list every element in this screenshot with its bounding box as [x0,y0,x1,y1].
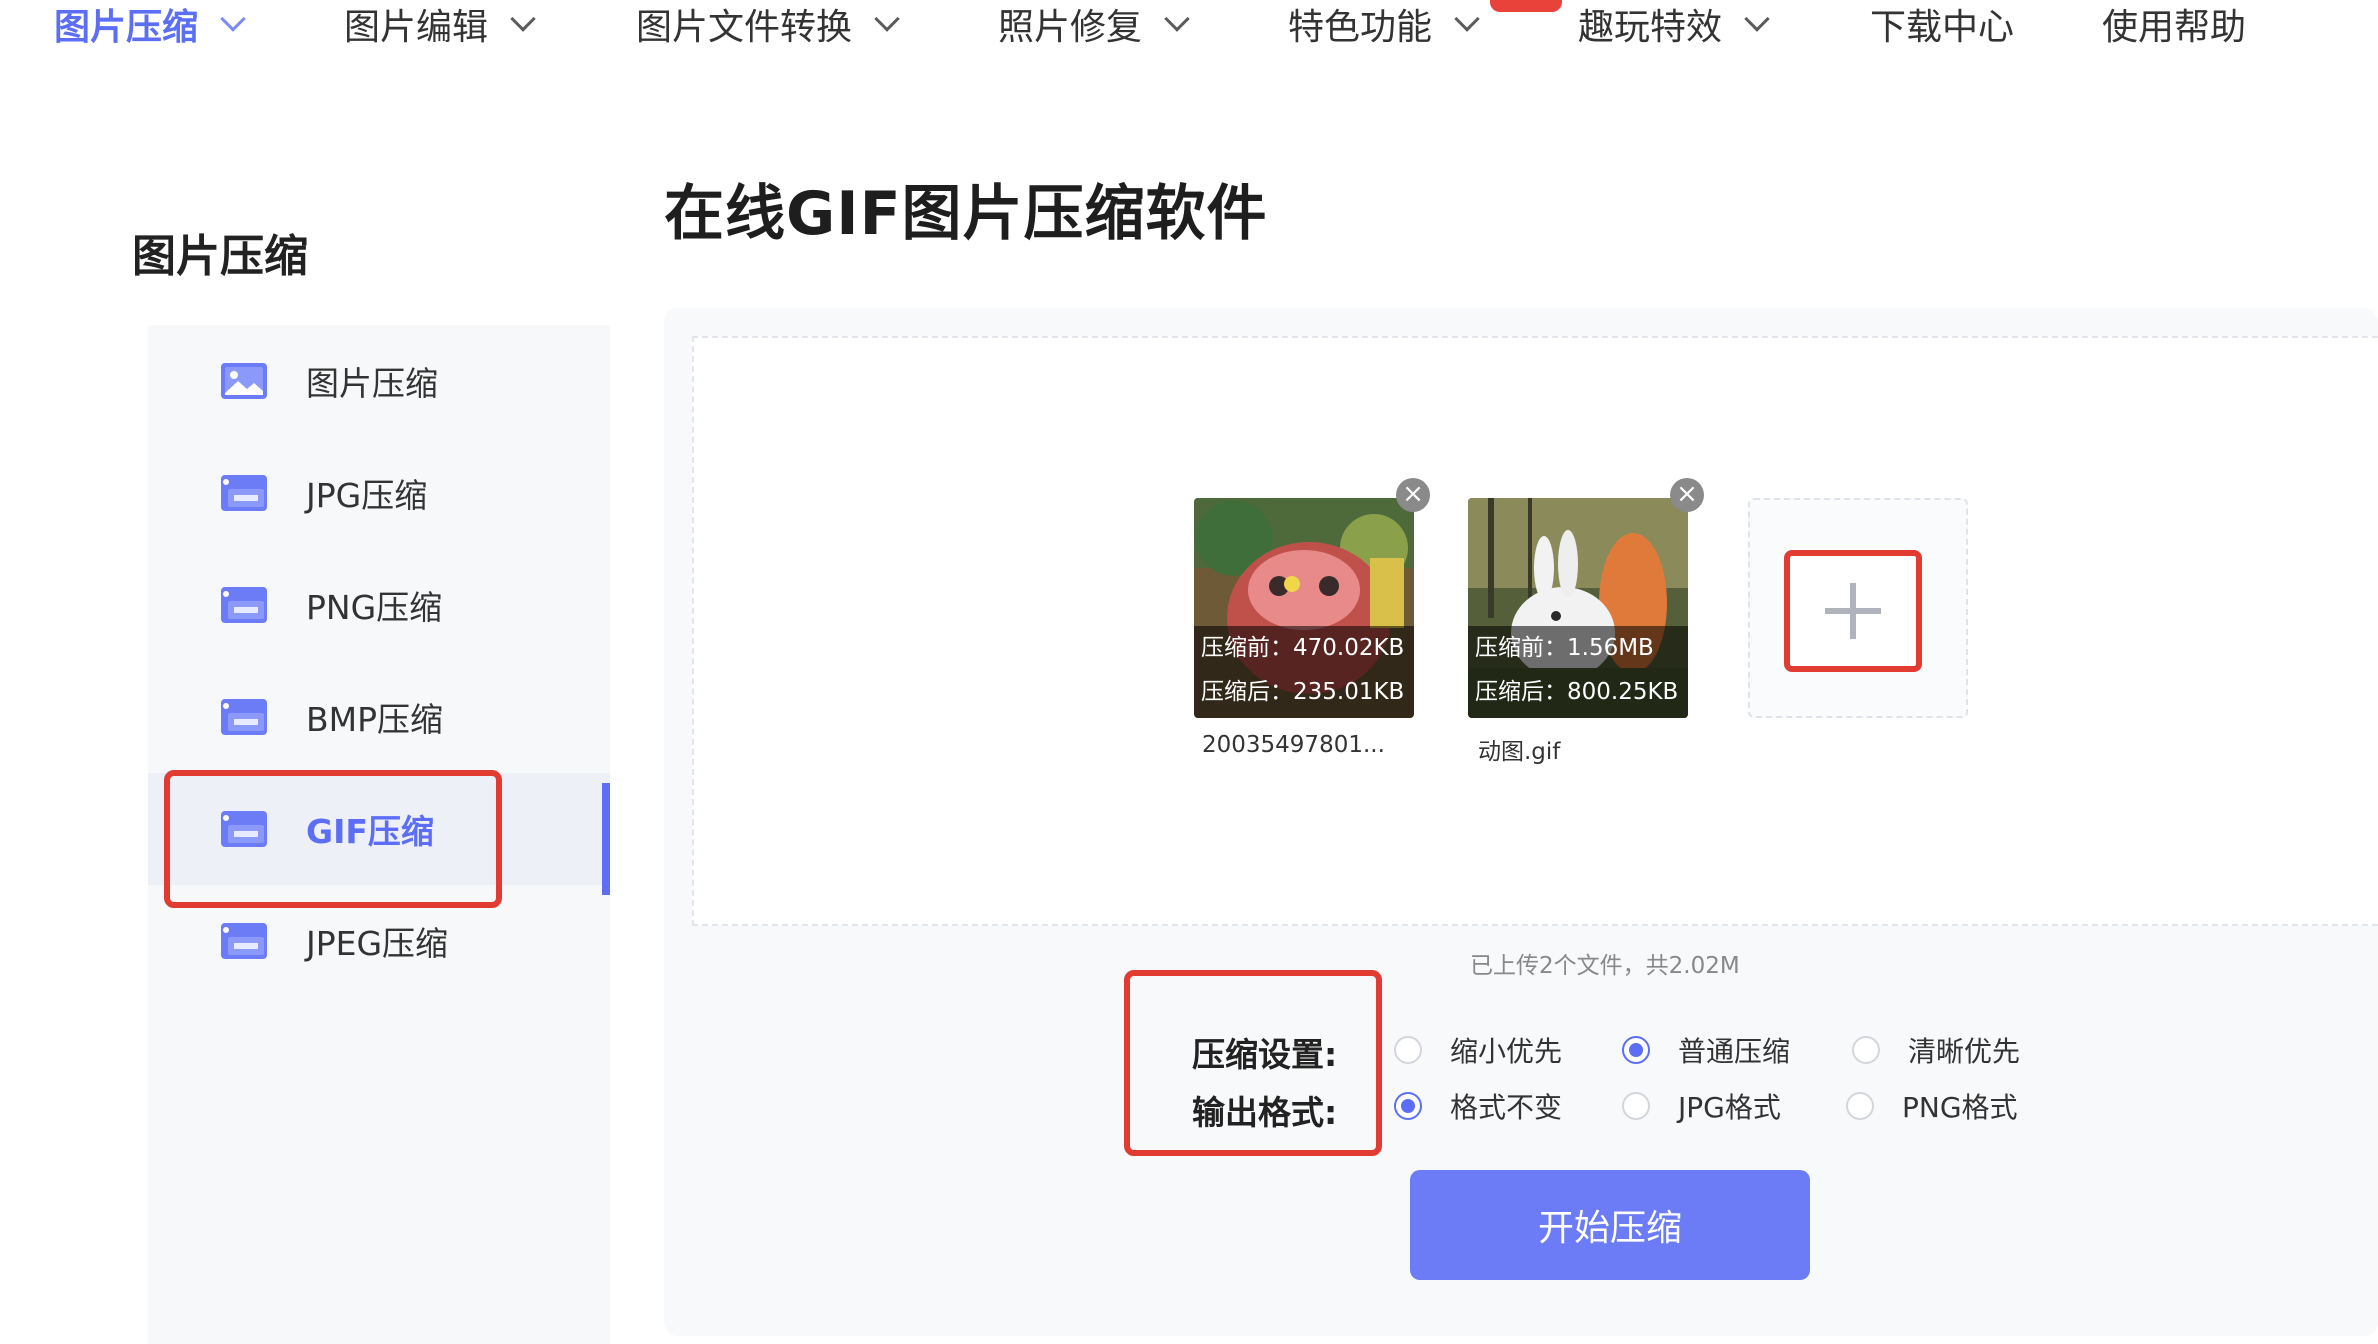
chevron-down-icon [1164,6,1190,32]
file-name-2: 动图.gif [1478,739,1561,765]
upload-status: 已上传2个文件，共2.02M [1470,953,1740,979]
file-size-info: 压缩前：470.02KB 压缩后：235.01KB [1194,626,1414,718]
radio-unchecked-icon [1846,1092,1874,1120]
sidebar-active-indicator [602,783,610,895]
nav-item-fun-effects[interactable]: 趣玩特效 [1578,0,1770,48]
chevron-down-icon [510,6,536,32]
jpg-file-icon [221,475,267,511]
format-option-keep[interactable]: 格式不变 [1394,1086,1562,1126]
remove-file-1-close-icon[interactable]: × [1396,478,1430,512]
nav-item-file-convert[interactable]: 图片文件转换 [636,0,900,48]
chevron-down-icon [874,6,900,32]
file-size-info: 压缩前：1.56MB 压缩后：800.25KB [1468,626,1688,718]
format-option-png[interactable]: PNG格式 [1846,1086,2018,1126]
add-file-button[interactable] [1784,550,1922,672]
file-thumbnail-2[interactable]: 压缩前：1.56MB 压缩后：800.25KB [1468,498,1688,718]
nav-item-photo-repair[interactable]: 照片修复 [998,0,1190,48]
format-option-jpg[interactable]: JPG格式 [1622,1086,1781,1126]
file-name-1: 20035497801... [1202,732,1385,758]
chevron-down-icon [1744,6,1770,32]
output-format-label: 输出格式: [1192,1093,1338,1132]
sidebar-item-image-compress[interactable]: 图片压缩 [148,325,610,437]
nav-item-features[interactable]: 特色功能 [1288,0,1480,48]
page-title: 在线GIF图片压缩软件 [664,179,1268,249]
radio-unchecked-icon [1394,1036,1422,1064]
start-compress-button[interactable]: 开始压缩 [1410,1170,1810,1280]
sidebar-item-jpg[interactable]: JPG压缩 [148,437,610,549]
sidebar-title: 图片压缩 [132,231,308,282]
radio-unchecked-icon [1622,1092,1650,1120]
radio-unchecked-icon [1852,1036,1880,1064]
chevron-down-icon [220,6,246,32]
remove-file-2-close-icon[interactable]: × [1670,478,1704,512]
nav-item-image-compress[interactable]: 图片压缩 [54,0,246,48]
nav-item-image-edit[interactable]: 图片编辑 [344,0,536,48]
compress-option-normal[interactable]: 普通压缩 [1622,1030,1790,1070]
compress-option-smaller[interactable]: 缩小优先 [1394,1030,1562,1070]
file-thumbnail-1[interactable]: 压缩前：470.02KB 压缩后：235.01KB [1194,498,1414,718]
bmp-file-icon [221,699,267,735]
top-nav: 图片压缩 图片编辑 图片文件转换 照片修复 特色功能 趣玩特效 下载中心 使用帮… [0,0,2378,60]
radio-checked-icon [1622,1036,1650,1064]
jpeg-file-icon [221,923,267,959]
highlight-gif-item [164,770,502,908]
nav-item-download[interactable]: 下载中心 [1870,0,2014,48]
chevron-down-icon [1454,6,1480,32]
hot-badge [1490,0,1562,12]
compress-option-clear[interactable]: 清晰优先 [1852,1030,2020,1070]
radio-checked-icon [1394,1092,1422,1120]
nav-item-help[interactable]: 使用帮助 [2102,0,2246,48]
png-file-icon [221,587,267,623]
image-icon [221,363,267,399]
sidebar-item-png[interactable]: PNG压缩 [148,549,610,661]
compress-setting-label: 压缩设置: [1192,1035,1338,1074]
sidebar-item-bmp[interactable]: BMP压缩 [148,661,610,773]
